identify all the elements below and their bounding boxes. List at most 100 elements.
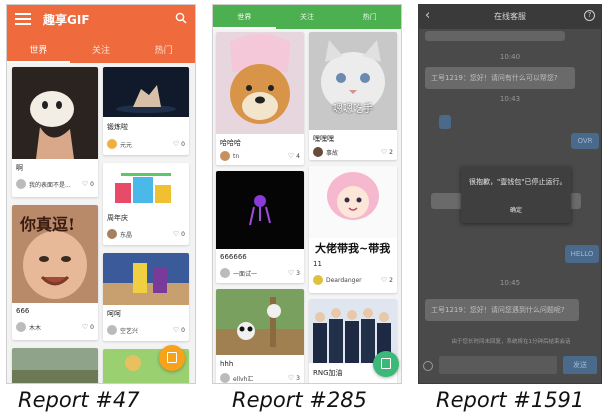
- image-text: 你真逗!: [20, 215, 76, 234]
- gif-card[interactable]: hhh ellvh汇 ♡ 3: [216, 289, 304, 383]
- tab-follow[interactable]: 关注: [70, 39, 133, 63]
- gif-card[interactable]: 啊 我的表面不是... ♡ 0: [12, 67, 98, 197]
- chat-message-sent: HELLO: [565, 245, 599, 263]
- tab-hot[interactable]: 热门: [338, 5, 401, 29]
- chat-message: [425, 31, 565, 41]
- heart-icon: ♡: [380, 276, 388, 284]
- chat-message-sent: OVR: [571, 133, 599, 149]
- card-caption: 嘿嘿嘿: [313, 135, 334, 143]
- like-count[interactable]: ♡ 0: [173, 326, 185, 334]
- avatar: [107, 229, 117, 239]
- gif-card[interactable]: 锻炼啦 元元 ♡ 0: [103, 67, 189, 155]
- tab-bar: 世界 关注 热门: [7, 39, 195, 63]
- chat-message: 工号1219：您好！请问有什么可以帮您?: [425, 67, 575, 89]
- report-caption: Report #1591: [436, 388, 585, 412]
- like-count[interactable]: ♡ 0: [173, 230, 185, 238]
- app-title: 趣享GIF: [43, 13, 90, 27]
- heart-icon: ♡: [380, 148, 388, 156]
- heart-icon: ♡: [172, 140, 180, 148]
- compose-button[interactable]: [373, 351, 399, 377]
- avatar: [16, 179, 26, 189]
- tab-world[interactable]: 世界: [213, 5, 276, 29]
- gif-card[interactable]: 666666 一面试一 ♡ 3: [216, 171, 304, 283]
- avatar: [107, 325, 117, 335]
- heart-icon: ♡: [172, 326, 180, 334]
- timestamp: 10:45: [499, 279, 521, 287]
- gif-card[interactable]: 哈哈哈 tn ♡ 4: [216, 32, 304, 165]
- gif-card[interactable]: 嗯嗯吃手 嘿嘿嘿 事故 ♡ 2: [309, 32, 397, 160]
- like-count[interactable]: ♡ 2: [381, 148, 393, 156]
- like-count[interactable]: ♡ 0: [82, 323, 94, 331]
- heart-icon: ♡: [172, 230, 180, 238]
- like-count[interactable]: ♡ 0: [82, 180, 94, 188]
- gif-image: [103, 163, 189, 209]
- page-title: 在线客服: [494, 12, 526, 21]
- report-285-screenshot: 世界 关注 热门 哈哈哈 tn ♡ 4 666666 一面试一 ♡ 3 hhh …: [212, 4, 402, 384]
- gif-image: [12, 348, 98, 383]
- report-47-screenshot: 趣享GIF 世界 关注 热门 啊 我的表面不是... ♡ 0 你真逗! 666 …: [6, 4, 196, 384]
- card-user[interactable]: 事故: [313, 147, 338, 157]
- help-icon[interactable]: ?: [584, 10, 595, 21]
- menu-icon[interactable]: [15, 13, 31, 25]
- card-caption: hhh: [220, 360, 234, 368]
- like-count[interactable]: ♡ 2: [381, 276, 393, 284]
- like-count[interactable]: ♡ 3: [288, 374, 300, 382]
- gif-image: [216, 171, 304, 249]
- app-header: 趣享GIF 世界 关注 热门: [7, 5, 195, 63]
- search-icon[interactable]: [175, 12, 187, 24]
- avatar: [220, 268, 230, 278]
- gif-card[interactable]: [12, 348, 98, 383]
- edit-icon: [167, 352, 177, 363]
- gif-card[interactable]: 呵呵 空艺兴 ♡ 0: [103, 253, 189, 341]
- image-thumbnail[interactable]: [439, 115, 451, 129]
- chat-message: 工号1219：您好！请问您遇到什么问题呢?: [425, 299, 579, 321]
- avatar: [16, 322, 26, 332]
- card-user[interactable]: 元元: [107, 139, 132, 149]
- card-user[interactable]: 我的表面不是...: [16, 179, 71, 189]
- avatar: [107, 139, 117, 149]
- card-caption: RNG加油: [313, 369, 343, 377]
- session-notice: 由于您长时间未回复，系统将在1分钟后结束会话: [451, 339, 571, 345]
- card-user[interactable]: 空艺兴: [107, 325, 138, 335]
- ok-button[interactable]: 确定: [461, 205, 571, 214]
- card-caption: 啊: [16, 164, 23, 172]
- heart-icon: ♡: [81, 323, 89, 331]
- card-caption: 呵呵: [107, 310, 121, 318]
- send-button[interactable]: 发送: [563, 356, 597, 374]
- gif-image: [103, 67, 189, 117]
- card-caption: 哈哈哈: [220, 139, 241, 147]
- card-user[interactable]: 东晶: [107, 229, 132, 239]
- card-caption: 锻炼啦: [107, 123, 128, 131]
- image-text: 大佬带我~带我: [315, 242, 391, 255]
- like-count[interactable]: ♡ 3: [288, 269, 300, 277]
- card-user[interactable]: tn: [220, 151, 239, 161]
- tab-world[interactable]: 世界: [7, 39, 70, 63]
- gif-card[interactable]: 你真逗! 666 木木 ♡ 0: [12, 205, 98, 340]
- gif-card[interactable]: 大佬带我~带我 11 Deardanger ♡ 2: [309, 166, 397, 293]
- message-input[interactable]: [439, 356, 557, 374]
- timestamp: 10:43: [499, 95, 521, 103]
- edit-icon: [381, 358, 391, 369]
- like-count[interactable]: ♡ 4: [288, 152, 300, 160]
- heart-icon: ♡: [287, 269, 295, 277]
- compose-button[interactable]: [159, 345, 185, 371]
- gif-image: [309, 166, 397, 238]
- tab-hot[interactable]: 热门: [132, 39, 195, 63]
- gif-card[interactable]: 周年庆 东晶 ♡ 0: [103, 163, 189, 245]
- card-caption: 666: [16, 307, 30, 315]
- like-count[interactable]: ♡ 0: [173, 140, 185, 148]
- tab-follow[interactable]: 关注: [276, 5, 339, 29]
- dialog-message: 很抱歉，"壹钱包"已停止运行。: [469, 178, 567, 186]
- avatar: [220, 151, 230, 161]
- heart-icon: ♡: [81, 180, 89, 188]
- emoji-icon[interactable]: [423, 361, 433, 371]
- gif-image: [309, 32, 397, 130]
- card-user[interactable]: 一面试一: [220, 268, 257, 278]
- card-caption: 11: [313, 260, 322, 268]
- card-user[interactable]: Deardanger: [313, 275, 362, 285]
- card-user[interactable]: ellvh汇: [220, 373, 253, 383]
- chat-header: ‹ 在线客服 ?: [419, 5, 601, 29]
- card-user[interactable]: 木木: [16, 322, 41, 332]
- avatar: [313, 147, 323, 157]
- page: 趣享GIF 世界 关注 热门 啊 我的表面不是... ♡ 0 你真逗! 666 …: [0, 0, 605, 416]
